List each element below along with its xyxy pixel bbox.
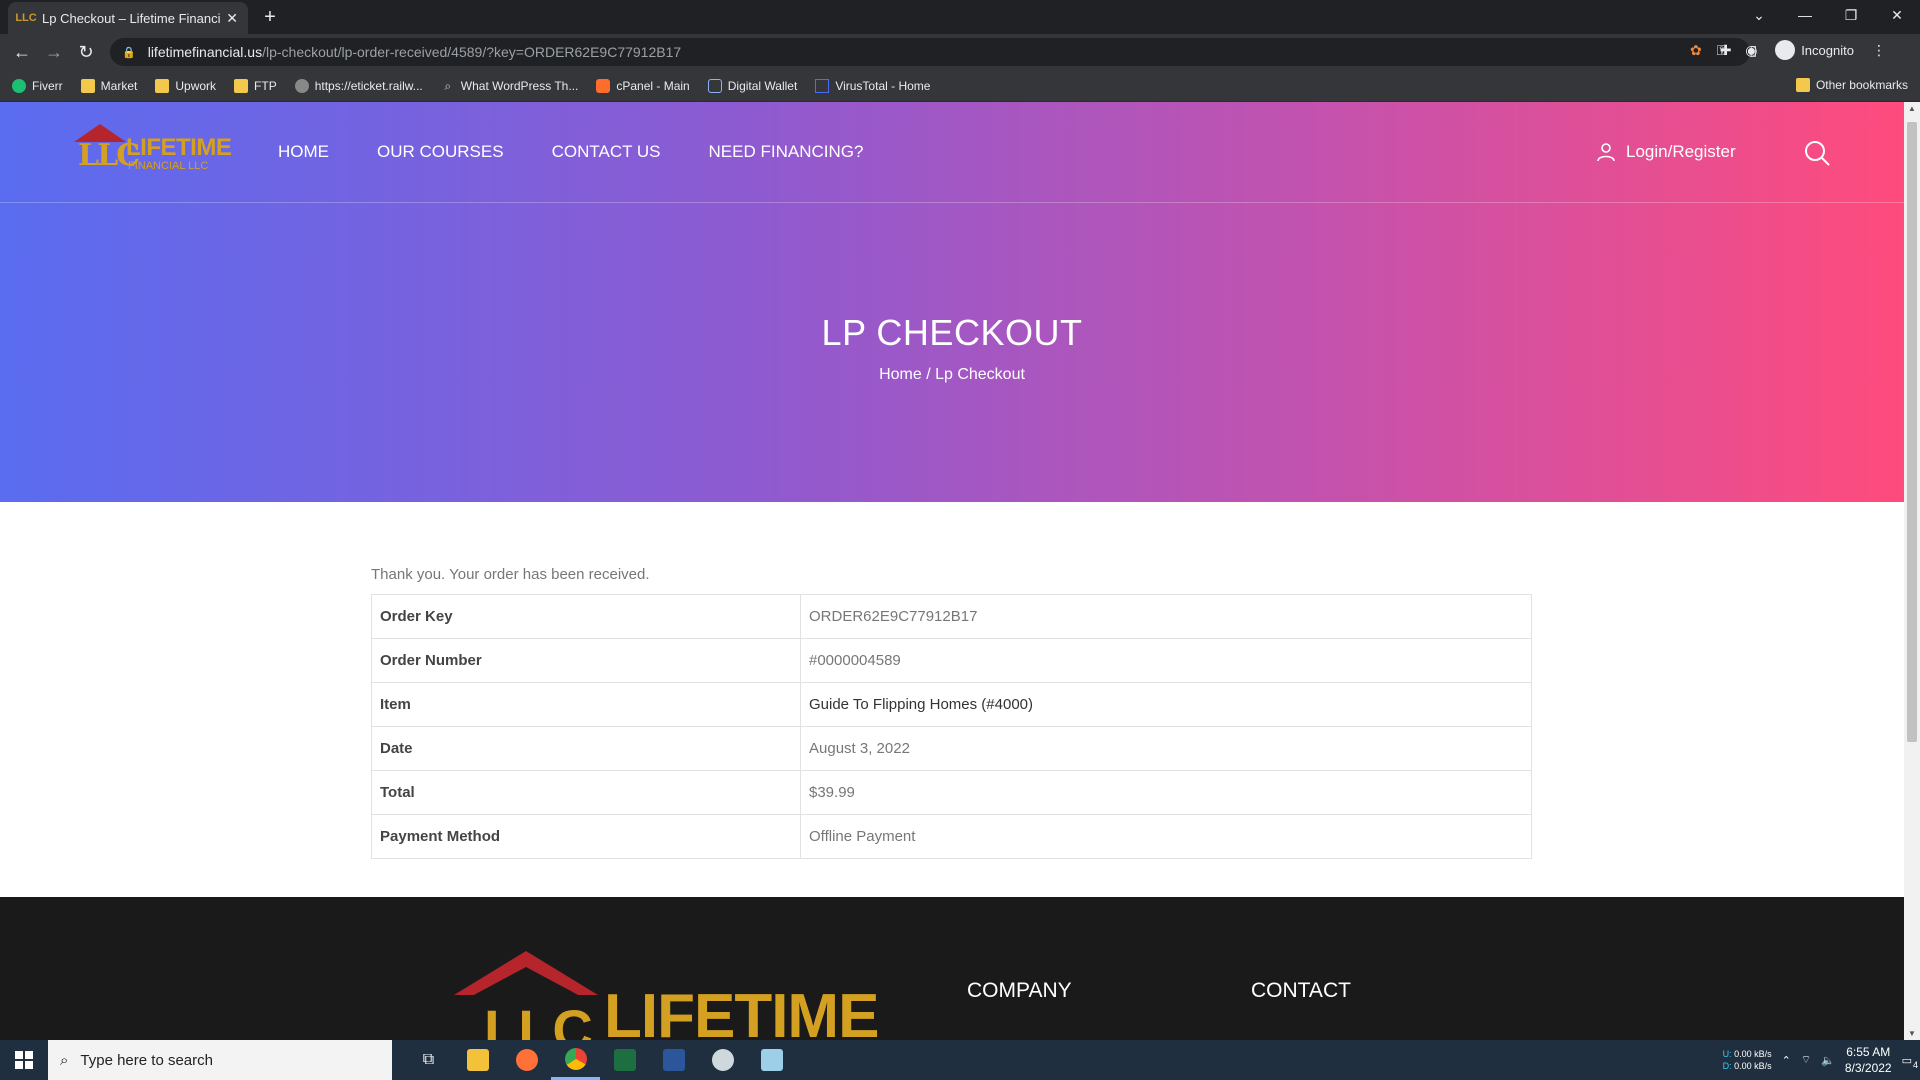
site-favicon-icon: LLC: [15, 12, 37, 24]
globe-icon: [294, 78, 309, 93]
browser-tab[interactable]: LLC Lp Checkout – Lifetime Financial ✕: [8, 2, 248, 34]
site-footer: LLC LIFETIME COMPANY CONTACT: [0, 897, 1904, 1040]
nav-need-financing[interactable]: NEED FINANCING?: [709, 142, 864, 162]
bookmark-cpanel[interactable]: cPanel - Main: [596, 78, 690, 93]
system-tray: U: 0.00 kB/s D: 0.00 kB/s ⌃ ⌔ 🔈 6:55 AM …: [1723, 1040, 1920, 1080]
folder-icon: [1795, 78, 1810, 92]
bookmark-virustotal[interactable]: VirusTotal - Home: [815, 78, 930, 93]
close-window-button[interactable]: ✕: [1874, 0, 1920, 30]
nav-our-courses[interactable]: OUR COURSES: [377, 142, 504, 162]
item-link[interactable]: Guide To Flipping Homes (#4000): [800, 682, 1532, 727]
page-scrollbar[interactable]: ▲ ▼: [1904, 102, 1920, 1040]
login-register-link[interactable]: Login/Register: [1596, 142, 1736, 162]
network-speed: U: 0.00 kB/s D: 0.00 kB/s: [1722, 1049, 1772, 1071]
chrome-icon[interactable]: [551, 1040, 600, 1080]
extension-icon[interactable]: ✿: [1690, 42, 1702, 59]
scrollbar-thumb[interactable]: [1907, 122, 1917, 742]
new-tab-button[interactable]: +: [258, 6, 282, 29]
incognito-badge[interactable]: Incognito: [1775, 40, 1854, 60]
fiverr-icon: [12, 78, 26, 93]
order-details-table: Order Key ORDER62E9C77912B17 Order Number…: [371, 594, 1532, 859]
bookmark-ftp[interactable]: FTP: [234, 78, 277, 93]
user-icon: [1597, 143, 1615, 162]
table-row: Order Number #0000004589: [371, 638, 1532, 683]
taskbar-search[interactable]: ⌕ Type here to search: [48, 1040, 392, 1080]
scroll-down-icon[interactable]: ▼: [1907, 1029, 1917, 1038]
bookmark-fiverr[interactable]: Fiverr: [12, 78, 63, 93]
site-logo[interactable]: LLC LIFETIME FINANCIAL LLC: [74, 120, 232, 180]
url-host: lifetimefinancial.us: [147, 44, 263, 60]
incognito-label: Incognito: [1801, 42, 1854, 58]
volume-icon[interactable]: 🔈: [1821, 1054, 1835, 1067]
wifi-icon[interactable]: ⌔: [1801, 1053, 1811, 1067]
minimize-button[interactable]: —: [1782, 0, 1828, 30]
address-bar[interactable]: 🔒 lifetimefinancial.us /lp-checkout/lp-o…: [110, 38, 1788, 66]
browser-tab-strip: LLC Lp Checkout – Lifetime Financial ✕ +…: [0, 0, 1920, 34]
paint-icon[interactable]: [698, 1040, 747, 1080]
excel-icon[interactable]: [600, 1040, 649, 1080]
bookmark-digital-wallet[interactable]: Digital Wallet: [707, 78, 797, 93]
restore-button[interactable]: ❐: [1828, 0, 1874, 30]
notepad-icon[interactable]: [747, 1040, 796, 1080]
virustotal-icon: [815, 78, 830, 93]
footer-company-heading: COMPANY: [967, 979, 1072, 1002]
start-button[interactable]: [0, 1040, 48, 1080]
bookmark-wordpress[interactable]: ⌕ What WordPress Th...: [441, 78, 578, 93]
word-icon[interactable]: [649, 1040, 698, 1080]
cpanel-icon: [596, 78, 611, 93]
lock-icon[interactable]: 🔒: [122, 46, 136, 59]
wallet-icon: [707, 78, 722, 93]
scroll-up-icon[interactable]: ▲: [1907, 104, 1917, 113]
nav-contact-us[interactable]: CONTACT US: [552, 142, 661, 162]
table-row: Item Guide To Flipping Homes (#4000): [371, 682, 1532, 727]
firefox-icon[interactable]: [502, 1040, 551, 1080]
taskbar-apps: ⧉: [404, 1040, 796, 1080]
windows-icon: [15, 1051, 33, 1069]
extensions-area: ✿ ✚ ▯ Incognito ⋮: [1690, 40, 1886, 60]
incognito-icon: [1775, 40, 1796, 60]
site-header: LLC LIFETIME FINANCIAL LLC HOME OUR COUR…: [0, 102, 1904, 203]
other-bookmarks[interactable]: Other bookmarks: [1795, 78, 1908, 92]
table-row: Payment Method Offline Payment: [371, 814, 1532, 859]
folder-icon: [234, 78, 249, 93]
main-nav: HOME OUR COURSES CONTACT US NEED FINANCI…: [278, 142, 863, 162]
menu-icon[interactable]: ⋮: [1872, 42, 1886, 59]
clock[interactable]: 6:55 AM 8/3/2022: [1845, 1044, 1892, 1076]
breadcrumb[interactable]: Home / Lp Checkout: [0, 366, 1904, 384]
windows-taskbar: ⌕ Type here to search ⧉ U: 0.00 kB/s D: …: [0, 1040, 1920, 1080]
page-title: LP CHECKOUT: [821, 312, 1083, 353]
side-panel-icon[interactable]: ▯: [1749, 42, 1757, 59]
table-row: Order Key ORDER62E9C77912B17: [371, 594, 1532, 639]
notifications-icon[interactable]: ▭ 4: [1902, 1054, 1918, 1070]
bookmark-eticket[interactable]: https://eticket.railw...: [294, 78, 423, 93]
url-path: /lp-checkout/lp-order-received/4589/?key…: [262, 44, 682, 60]
bookmarks-bar: Fiverr Market Upwork FTP https://eticket…: [0, 70, 1920, 102]
back-icon[interactable]: ←: [6, 36, 38, 68]
tab-search-icon[interactable]: ⌄: [1736, 0, 1782, 30]
order-received-message: Thank you. Your order has been received.: [371, 566, 650, 583]
tab-close-icon[interactable]: ✕: [226, 10, 238, 27]
bookmark-market[interactable]: Market: [80, 78, 137, 93]
table-row: Total $39.99: [371, 770, 1532, 815]
puzzle-icon[interactable]: ✚: [1720, 42, 1732, 59]
table-row: Date August 3, 2022: [371, 726, 1532, 771]
search-icon: ⌕: [444, 78, 452, 93]
chevron-up-icon[interactable]: ⌃: [1782, 1054, 1791, 1067]
reload-icon[interactable]: ↻: [70, 36, 102, 68]
forward-icon[interactable]: →: [38, 36, 70, 68]
file-explorer-icon[interactable]: [453, 1040, 502, 1080]
folder-icon: [80, 78, 95, 93]
hero-banner: LLC LIFETIME FINANCIAL LLC HOME OUR COUR…: [0, 102, 1904, 502]
browser-toolbar: ← → ↻ 🔒 lifetimefinancial.us /lp-checkou…: [0, 34, 1920, 70]
folder-icon: [155, 78, 170, 93]
web-page: LLC LIFETIME FINANCIAL LLC HOME OUR COUR…: [0, 102, 1904, 1040]
nav-home[interactable]: HOME: [278, 142, 329, 162]
bookmark-upwork[interactable]: Upwork: [155, 78, 216, 93]
task-view-icon[interactable]: ⧉: [404, 1040, 453, 1080]
search-icon: ⌕: [60, 1051, 69, 1069]
footer-logo[interactable]: LLC LIFETIME: [454, 951, 894, 1040]
tab-title: Lp Checkout – Lifetime Financial: [42, 10, 221, 26]
search-icon[interactable]: [1804, 140, 1830, 166]
footer-contact-heading: CONTACT: [1251, 979, 1351, 1002]
